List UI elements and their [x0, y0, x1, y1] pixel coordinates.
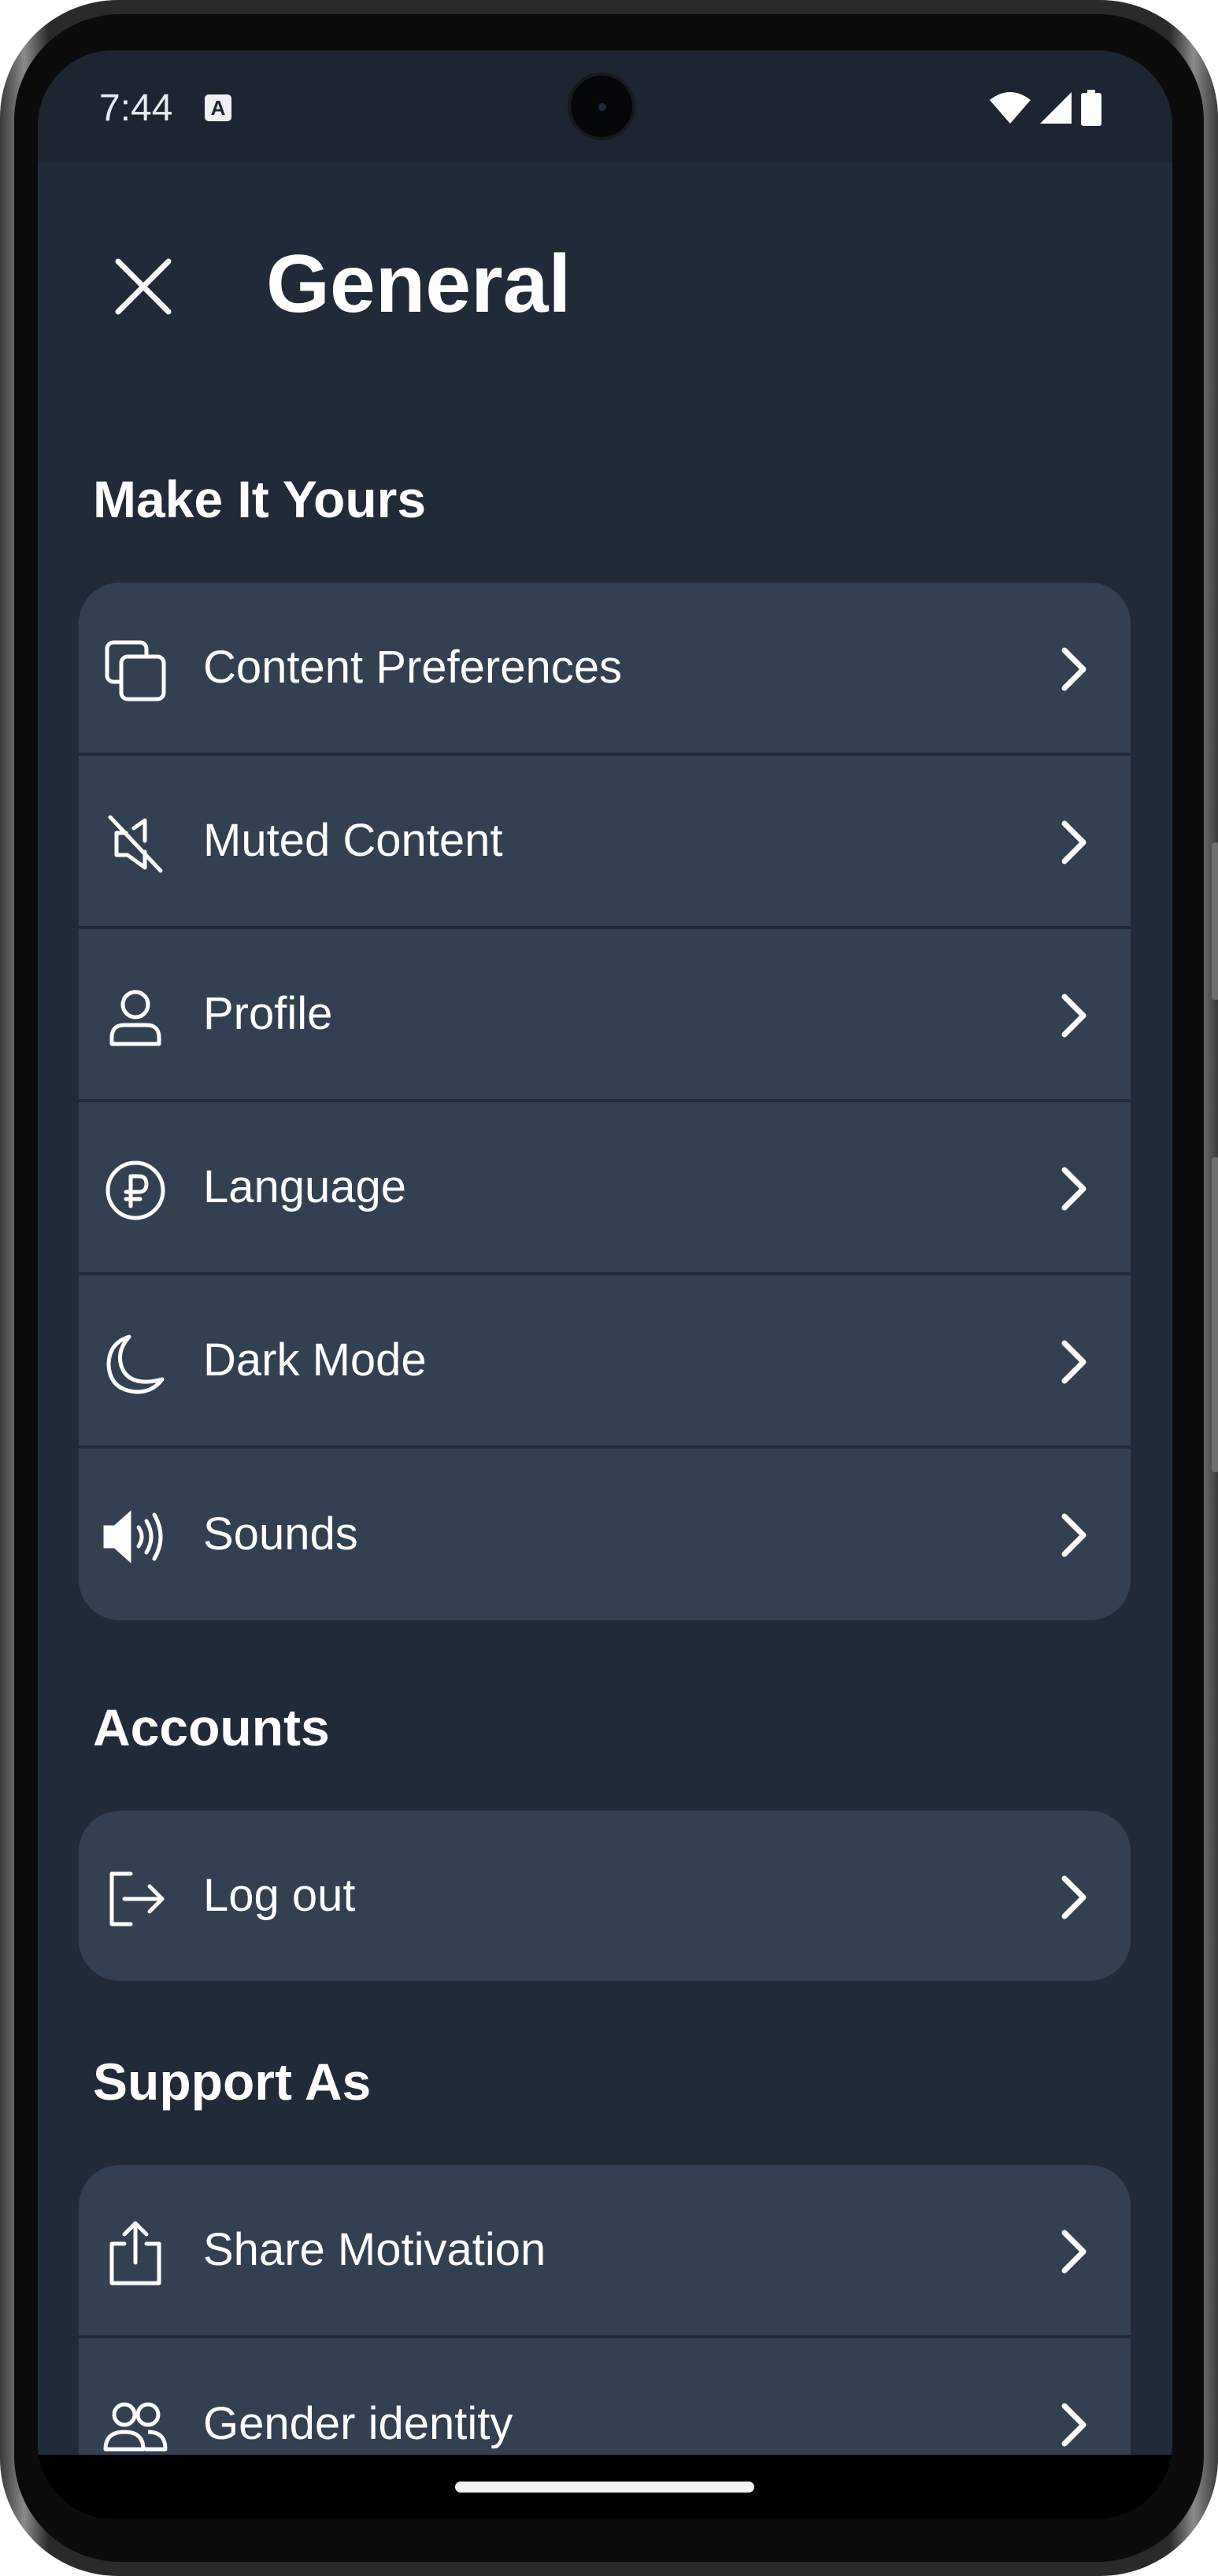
make-it-yours-card: Content Preferences Muted Content Profil…: [79, 583, 1131, 1620]
person-icon: [102, 984, 168, 1050]
chevron-right-icon: [1049, 1164, 1099, 1214]
chevron-right-icon: [1049, 1510, 1099, 1560]
list-item-label: Log out: [203, 1870, 356, 1921]
section-title-make-it-yours: Make It Yours: [93, 470, 427, 528]
accounts-card: Log out: [79, 1811, 1131, 1981]
page-title: General: [266, 239, 572, 330]
share-icon: [102, 2220, 168, 2286]
status-time: 7:44: [99, 87, 173, 129]
list-item-content-preferences[interactable]: Content Preferences: [79, 583, 1131, 756]
close-button[interactable]: [104, 247, 183, 326]
power-button: [1212, 842, 1218, 1000]
chevron-right-icon: [1049, 990, 1099, 1041]
screen: 7:44 A General Make It Yours Content Pre…: [38, 50, 1172, 2519]
volume-button: [1212, 1157, 1218, 1472]
status-icons: [990, 90, 1101, 126]
list-item-label: Content Preferences: [203, 642, 622, 693]
list-item-dark-mode[interactable]: Dark Mode: [79, 1275, 1131, 1449]
chevron-right-icon: [1049, 644, 1099, 694]
chevron-right-icon: [1049, 2226, 1099, 2277]
people-icon: [102, 2393, 168, 2459]
muted-speaker-icon: [102, 811, 168, 877]
chevron-right-icon: [1049, 2400, 1099, 2450]
currency-icon: [102, 1157, 168, 1223]
close-icon: [115, 258, 172, 315]
list-item-label: Sounds: [203, 1508, 358, 1560]
section-title-accounts: Accounts: [93, 1698, 330, 1756]
chevron-right-icon: [1049, 817, 1099, 868]
chevron-right-icon: [1049, 1337, 1099, 1387]
list-item-label: Gender identity: [203, 2398, 513, 2449]
status-bar: 7:44 A: [38, 50, 1172, 162]
chevron-right-icon: [1049, 1872, 1099, 1923]
battery-icon: [1081, 90, 1101, 126]
list-item-log-out[interactable]: Log out: [79, 1811, 1131, 1981]
navigation-bar: [38, 2455, 1172, 2519]
list-item-label: Dark Mode: [203, 1334, 427, 1386]
moon-icon: [102, 1331, 168, 1397]
section-title-support-as: Support As: [93, 2052, 372, 2111]
signal-icon: [1040, 92, 1072, 124]
list-item-sounds[interactable]: Sounds: [79, 1449, 1131, 1620]
list-item-label: Profile: [203, 988, 333, 1039]
home-indicator[interactable]: [455, 2482, 754, 2493]
list-item-profile[interactable]: Profile: [79, 929, 1131, 1102]
phone-frame: 7:44 A General Make It Yours Content Pre…: [0, 0, 1218, 2576]
list-item-label: Language: [203, 1161, 407, 1212]
list-item-muted-content[interactable]: Muted Content: [79, 756, 1131, 929]
list-item-label: Muted Content: [203, 815, 503, 866]
wifi-icon: [990, 92, 1031, 124]
notification-badge-icon: A: [205, 94, 231, 121]
copy-icon: [102, 638, 168, 704]
list-item-language[interactable]: Language: [79, 1102, 1131, 1275]
logout-icon: [102, 1866, 168, 1932]
list-item-label: Share Motivation: [203, 2224, 546, 2275]
speaker-icon: [102, 1504, 168, 1570]
list-item-share-motivation[interactable]: Share Motivation: [79, 2165, 1131, 2338]
front-camera: [568, 72, 635, 140]
